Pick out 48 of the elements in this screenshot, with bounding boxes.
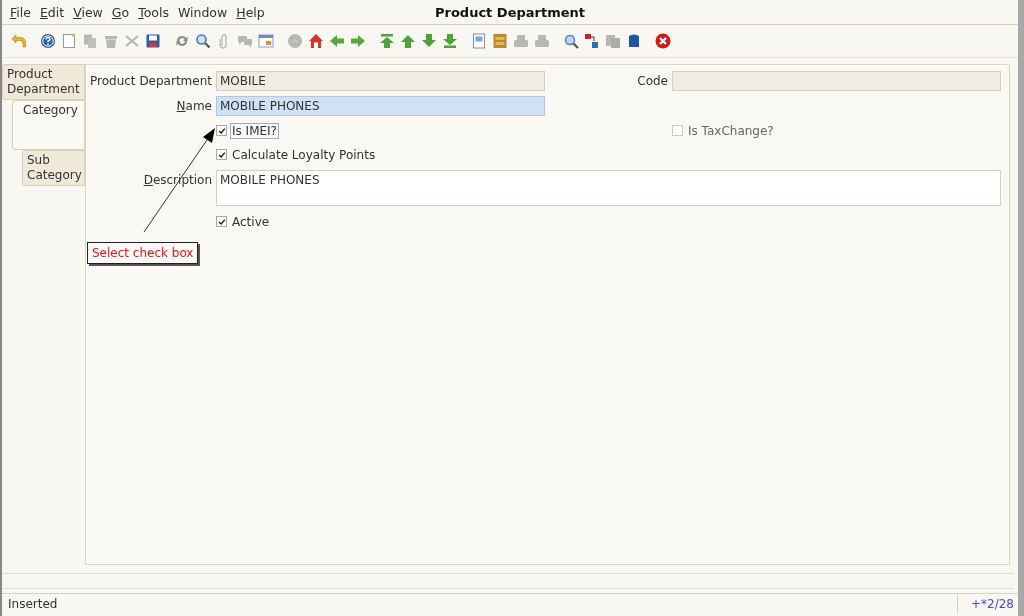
back-icon[interactable] [329, 33, 345, 49]
new-icon[interactable] [61, 33, 77, 49]
box-icon[interactable] [626, 33, 642, 49]
menu-item[interactable]: Window [177, 4, 228, 20]
window-title: Product Department [435, 4, 585, 20]
checkbox[interactable] [216, 125, 227, 136]
menu-item[interactable]: Edit [39, 4, 65, 20]
record-indicator: +*2/28 [970, 596, 1015, 613]
workflow-icon[interactable] [584, 33, 600, 49]
first-icon[interactable] [379, 33, 395, 49]
input-field[interactable] [672, 71, 1001, 91]
last-icon[interactable] [442, 33, 458, 49]
text-area[interactable]: MOBILE PHONES [216, 170, 1001, 206]
zoom-icon[interactable] [563, 33, 579, 49]
up-icon[interactable] [400, 33, 416, 49]
input-field[interactable]: MOBILE PHONES [216, 96, 545, 116]
close-icon[interactable] [655, 33, 671, 49]
checkbox-label: Is TaxChange? [687, 122, 775, 139]
grid-icon[interactable] [258, 33, 274, 49]
down-icon[interactable] [421, 33, 437, 49]
field-label: Name [175, 99, 212, 113]
tab[interactable]: Product Department [2, 64, 85, 100]
field-label: Code [636, 74, 668, 88]
checkbox-label: Is IMEI? [230, 122, 279, 139]
forward-icon[interactable] [350, 33, 366, 49]
menu-item[interactable]: View [73, 4, 103, 20]
save-icon[interactable] [145, 33, 161, 49]
checkbox[interactable] [216, 216, 227, 227]
refresh-icon[interactable] [174, 33, 190, 49]
callout-note: Select check box [87, 242, 199, 264]
report-icon[interactable] [471, 33, 487, 49]
archive-icon[interactable] [492, 33, 508, 49]
menu-item[interactable]: Tools [138, 4, 169, 20]
input-field[interactable]: MOBILE [216, 71, 545, 91]
menu-item[interactable]: Help [236, 4, 265, 20]
status-message: Inserted [2, 594, 958, 614]
tab[interactable]: Sub Category [22, 150, 85, 186]
checkbox[interactable] [216, 149, 227, 160]
find-icon[interactable] [195, 33, 211, 49]
tab[interactable]: Category [12, 100, 85, 150]
menu-item[interactable]: Go [111, 4, 130, 20]
help-icon[interactable] [40, 33, 56, 49]
home-icon[interactable] [308, 33, 324, 49]
checkbox-label: Calculate Loyalty Points [231, 146, 377, 163]
undo-icon[interactable] [11, 33, 27, 49]
field-label: Product Department [89, 74, 212, 88]
checkbox-label: Active [231, 213, 271, 230]
menu-item[interactable]: File [10, 4, 31, 20]
